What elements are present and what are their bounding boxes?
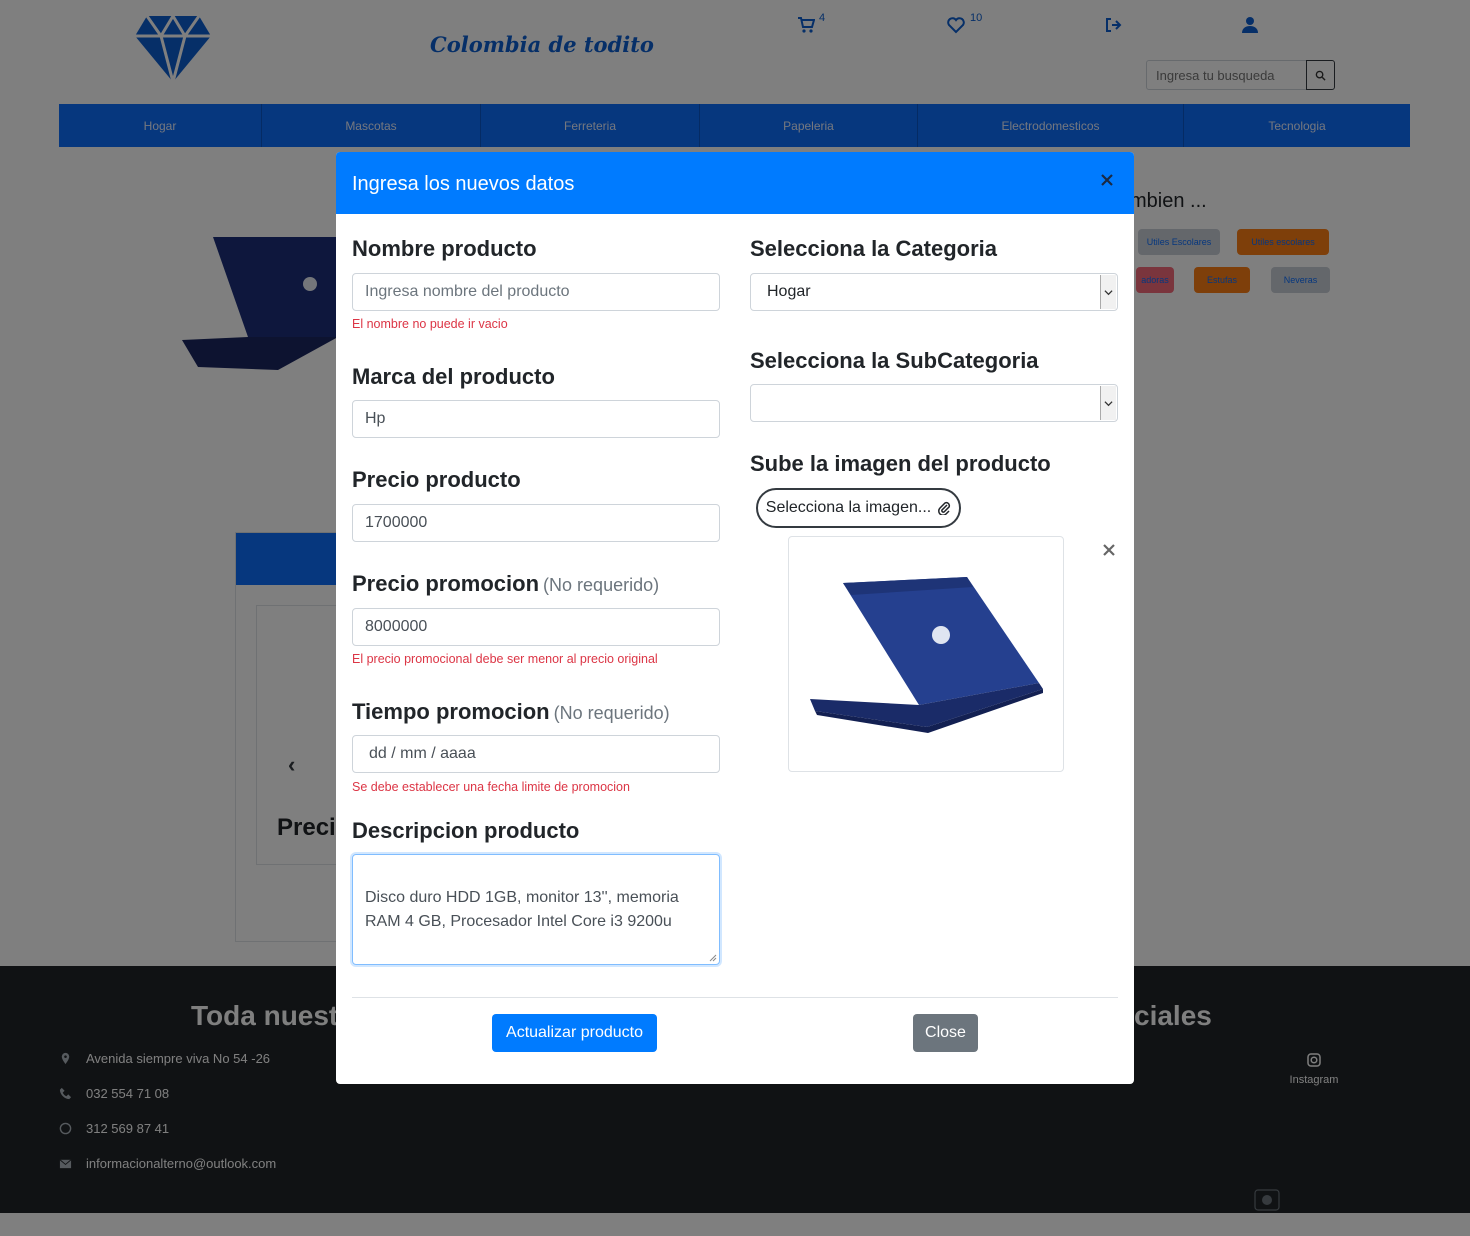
categoria-selected: Hogar (767, 283, 811, 300)
precio-promo-label: Precio promocion (No requerido) (352, 571, 659, 597)
precio-promo-input[interactable]: 8000000 (352, 608, 720, 646)
modal-footer-divider (352, 997, 1118, 998)
marca-input[interactable]: Hp (352, 400, 720, 438)
tiempo-promo-error: Se debe establecer una fecha limite de p… (352, 780, 630, 794)
modal-header: Ingresa los nuevos datos (336, 152, 1134, 214)
select-image-button-label: Selecciona la imagen... (765, 499, 932, 516)
precio-promo-error: El precio promocional debe ser menor al … (352, 652, 658, 666)
select-image-button[interactable]: Selecciona la imagen... (756, 488, 961, 528)
imagen-label: Sube la imagen del producto (750, 451, 1051, 476)
descripcion-text: Disco duro HDD 1GB, monitor 13'', memori… (365, 889, 679, 930)
precio-label: Precio producto (352, 467, 521, 492)
tiempo-promo-label: Tiempo promocion (No requerido) (352, 699, 670, 725)
laptop-preview-image (810, 577, 1043, 733)
nombre-error: El nombre no puede ir vacio (352, 317, 508, 331)
image-preview (788, 536, 1064, 772)
precio-promo-label-text: Precio promocion (352, 571, 540, 596)
descripcion-label: Descripcion producto (352, 818, 580, 843)
edit-product-modal: Ingresa los nuevos datos Nombre producto… (336, 152, 1134, 1084)
descripcion-textarea[interactable]: Disco duro HDD 1GB, monitor 13'', memori… (352, 854, 720, 965)
subcategoria-select[interactable] (750, 384, 1118, 422)
categoria-select[interactable]: Hogar (750, 273, 1118, 311)
close-icon[interactable] (1100, 173, 1118, 191)
remove-image-icon[interactable] (1102, 543, 1116, 557)
precio-input[interactable]: 1700000 (352, 504, 720, 542)
resize-handle-icon[interactable] (709, 954, 717, 962)
subcategoria-label: Selecciona la SubCategoria (750, 348, 1039, 373)
marca-label: Marca del producto (352, 364, 555, 389)
categoria-label: Selecciona la Categoria (750, 236, 997, 261)
update-product-button[interactable]: Actualizar producto (492, 1014, 657, 1052)
tiempo-promo-label-text: Tiempo promocion (352, 699, 550, 724)
paperclip-icon (938, 501, 951, 515)
modal-title: Ingresa los nuevos datos (352, 173, 575, 195)
tiempo-promo-date-input[interactable]: dd / mm / aaaa (352, 735, 720, 773)
precio-promo-optional: (No requerido) (543, 575, 660, 595)
nombre-label: Nombre producto (352, 236, 537, 261)
tiempo-promo-optional: (No requerido) (553, 703, 670, 723)
nombre-input[interactable]: Ingresa nombre del producto (352, 273, 720, 311)
close-button[interactable]: Close (913, 1014, 978, 1052)
chevron-down-icon[interactable] (1100, 275, 1116, 309)
chevron-down-icon[interactable] (1100, 386, 1116, 420)
